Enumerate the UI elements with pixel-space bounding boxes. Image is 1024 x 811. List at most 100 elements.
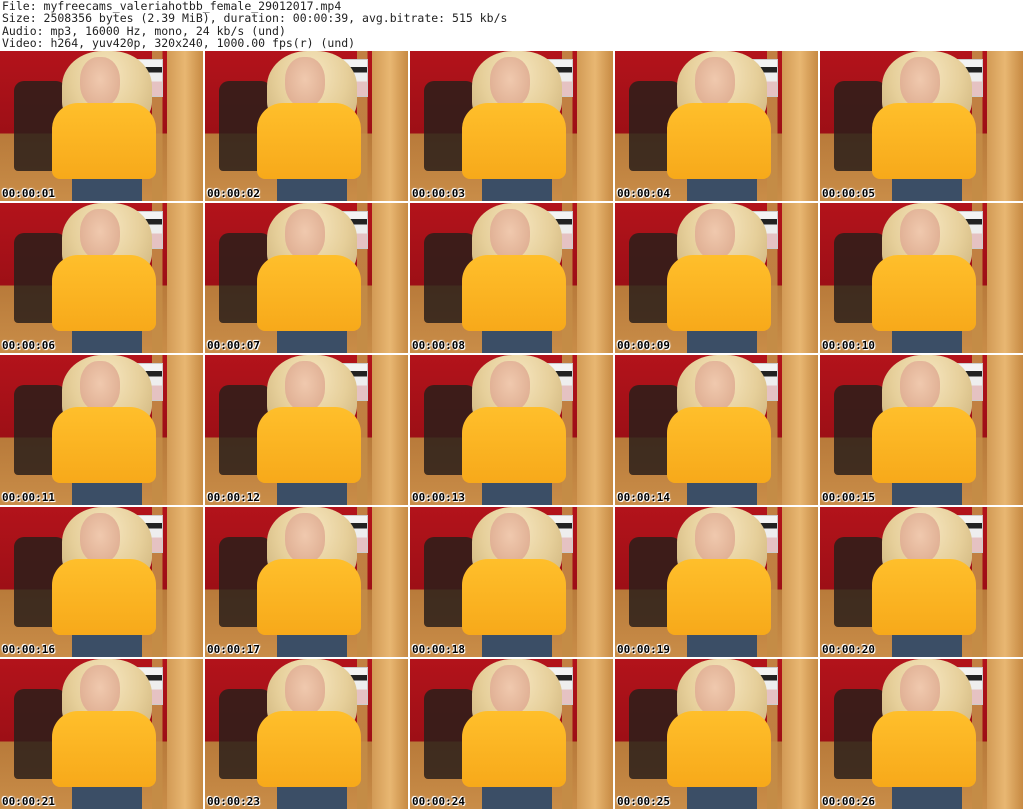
yellow-shirt (257, 711, 361, 787)
face (285, 665, 325, 715)
pants (892, 483, 962, 505)
timestamp-label: 00:00:07 (207, 339, 260, 352)
wooden-door (987, 51, 1023, 201)
face (695, 57, 735, 107)
yellow-shirt (872, 255, 976, 331)
yellow-shirt (667, 559, 771, 635)
pants (892, 331, 962, 353)
timestamp-label: 00:00:06 (2, 339, 55, 352)
wooden-door (372, 355, 408, 505)
wooden-door (782, 51, 818, 201)
yellow-shirt (257, 559, 361, 635)
thumbnail-grid: 00:00:01 00:00:02 00:00:03 00:00:04 00:00:05… (0, 51, 1023, 809)
video-thumbnail: 00:00:06 (0, 203, 203, 353)
face (900, 361, 940, 411)
wooden-door (577, 659, 613, 809)
pants (892, 635, 962, 657)
file-size-line: Size: 2508356 bytes (2.39 MiB), duration… (2, 11, 508, 26)
pants (482, 635, 552, 657)
pants (277, 787, 347, 809)
pants (72, 635, 142, 657)
yellow-shirt (462, 103, 566, 179)
face (490, 209, 530, 259)
timestamp-label: 00:00:24 (412, 795, 465, 808)
yellow-shirt (667, 711, 771, 787)
timestamp-label: 00:00:16 (2, 643, 55, 656)
yellow-shirt (872, 407, 976, 483)
video-info-line: Video: h264, yuv420p, 320x240, 1000.00 f… (2, 36, 356, 51)
face (285, 513, 325, 563)
wooden-door (167, 203, 203, 353)
video-thumbnail: 00:00:20 (820, 507, 1023, 657)
video-thumbnail: 00:00:21 (0, 659, 203, 809)
pants (482, 483, 552, 505)
pants (277, 179, 347, 201)
pants (687, 635, 757, 657)
face (80, 209, 120, 259)
yellow-shirt (52, 407, 156, 483)
video-thumbnail: 00:00:03 (410, 51, 613, 201)
pants (482, 179, 552, 201)
video-thumbnail: 00:00:02 (205, 51, 408, 201)
yellow-shirt (52, 559, 156, 635)
file-info-header: File: myfreecams_valeriahotbb_female_290… (2, 0, 507, 50)
face (900, 513, 940, 563)
wooden-door (167, 507, 203, 657)
timestamp-label: 00:00:10 (822, 339, 875, 352)
wooden-door (577, 203, 613, 353)
wooden-door (782, 659, 818, 809)
video-thumbnail: 00:00:12 (205, 355, 408, 505)
yellow-shirt (462, 559, 566, 635)
timestamp-label: 00:00:04 (617, 187, 670, 200)
yellow-shirt (462, 407, 566, 483)
video-thumbnail: 00:00:07 (205, 203, 408, 353)
timestamp-label: 00:00:19 (617, 643, 670, 656)
yellow-shirt (872, 559, 976, 635)
yellow-shirt (667, 407, 771, 483)
timestamp-label: 00:00:26 (822, 795, 875, 808)
face (695, 513, 735, 563)
wooden-door (372, 51, 408, 201)
pants (687, 179, 757, 201)
yellow-shirt (872, 103, 976, 179)
face (490, 57, 530, 107)
pants (482, 331, 552, 353)
yellow-shirt (257, 103, 361, 179)
pants (72, 483, 142, 505)
face (695, 665, 735, 715)
timestamp-label: 00:00:02 (207, 187, 260, 200)
face (80, 665, 120, 715)
timestamp-label: 00:00:14 (617, 491, 670, 504)
video-thumbnail: 00:00:18 (410, 507, 613, 657)
wooden-door (782, 203, 818, 353)
yellow-shirt (257, 255, 361, 331)
pants (72, 179, 142, 201)
video-thumbnail: 00:00:11 (0, 355, 203, 505)
video-thumbnail: 00:00:01 (0, 51, 203, 201)
video-thumbnail: 00:00:10 (820, 203, 1023, 353)
face (695, 361, 735, 411)
wooden-door (577, 355, 613, 505)
wooden-door (372, 507, 408, 657)
timestamp-label: 00:00:15 (822, 491, 875, 504)
face (900, 57, 940, 107)
pants (687, 787, 757, 809)
timestamp-label: 00:00:01 (2, 187, 55, 200)
video-thumbnail: 00:00:08 (410, 203, 613, 353)
pants (277, 331, 347, 353)
video-thumbnail: 00:00:09 (615, 203, 818, 353)
timestamp-label: 00:00:20 (822, 643, 875, 656)
pants (687, 331, 757, 353)
wooden-door (577, 507, 613, 657)
face (80, 361, 120, 411)
yellow-shirt (257, 407, 361, 483)
wooden-door (987, 203, 1023, 353)
face (695, 209, 735, 259)
timestamp-label: 00:00:09 (617, 339, 670, 352)
yellow-shirt (462, 711, 566, 787)
face (490, 665, 530, 715)
wooden-door (167, 659, 203, 809)
wooden-door (782, 507, 818, 657)
wooden-door (987, 355, 1023, 505)
timestamp-label: 00:00:11 (2, 491, 55, 504)
